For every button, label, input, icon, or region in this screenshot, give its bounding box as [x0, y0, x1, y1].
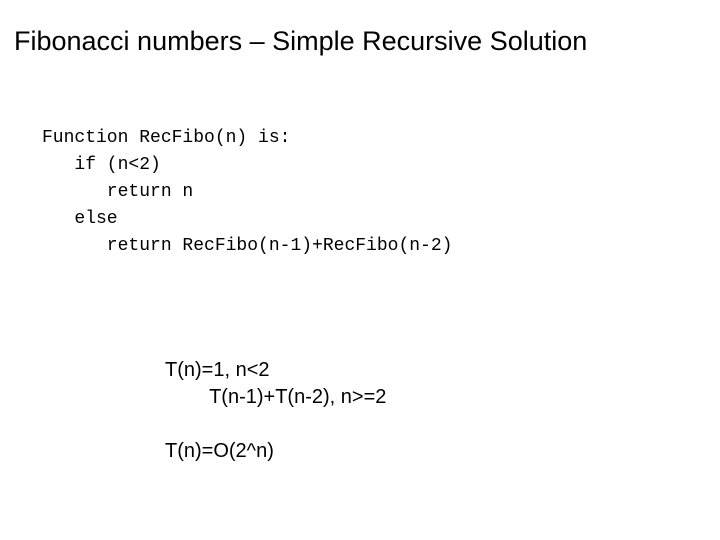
pseudocode-block: Function RecFibo(n) is: if (n<2) return … — [42, 98, 452, 260]
code-line: else — [42, 209, 118, 229]
code-line: return RecFibo(n-1)+RecFibo(n-2) — [42, 236, 452, 256]
complexity-line: T(n-1)+T(n-2), n>=2 — [165, 386, 386, 408]
complexity-line: T(n)=1, n<2 — [165, 359, 270, 381]
code-line: Function RecFibo(n) is: — [42, 128, 290, 148]
slide-title: Fibonacci numbers – Simple Recursive Sol… — [14, 26, 587, 57]
code-line: if (n<2) — [42, 155, 161, 175]
complexity-block: T(n)=1, n<2 T(n-1)+T(n-2), n>=2 T(n)=O(2… — [165, 330, 386, 465]
code-line: return n — [42, 182, 193, 202]
complexity-line: T(n)=O(2^n) — [165, 440, 274, 462]
